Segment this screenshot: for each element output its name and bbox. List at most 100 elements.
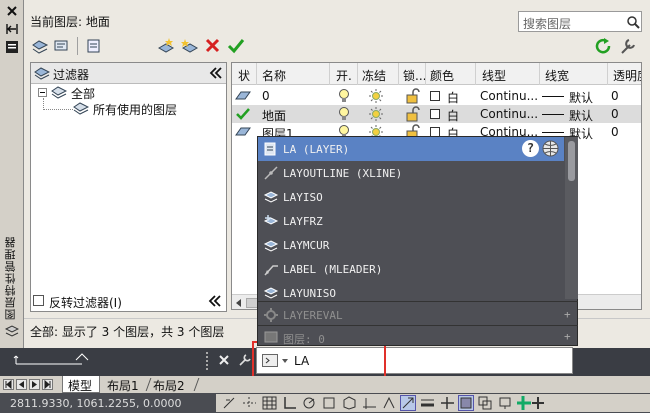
3d-osnap-icon[interactable] (342, 396, 357, 410)
invert-filter-checkbox[interactable] (33, 295, 44, 306)
col-transparency[interactable]: 透明度 (613, 67, 641, 84)
layer-transparency[interactable]: 0 (611, 107, 619, 121)
grid-header: 状 名称 开. 冻结 锁... 颜色 线型 线宽 透明度 (232, 63, 641, 85)
snap-icon[interactable] (242, 396, 257, 410)
layer-swatch-icon (263, 329, 279, 345)
layer-transparency[interactable]: 0 (611, 125, 619, 139)
collapse-chevron-icon[interactable] (209, 66, 223, 80)
autocomplete-item[interactable]: LAYFRZ (258, 209, 564, 233)
col-linetype[interactable]: 线型 (482, 67, 506, 84)
close-icon[interactable] (5, 4, 19, 18)
polar-icon[interactable] (302, 396, 317, 410)
delete-layer-icon[interactable] (203, 37, 223, 55)
sun-icon[interactable] (368, 106, 384, 122)
autocomplete-item[interactable]: LABEL (MLEADER) (258, 257, 564, 281)
col-color[interactable]: 颜色 (430, 67, 454, 84)
autocomplete-item[interactable]: LAYMCUR (258, 233, 564, 257)
layfrz-icon (263, 213, 279, 229)
xline-icon (263, 165, 279, 181)
expand-plus-icon[interactable]: + (564, 308, 571, 321)
autocomplete-item[interactable]: LAYOUTLINE (XLINE) (258, 161, 564, 185)
search-input[interactable]: 搜索图层 (518, 11, 642, 32)
table-row[interactable]: 0 白 Continu... 默认 0 (232, 87, 641, 106)
lineweight-icon[interactable] (420, 396, 435, 410)
set-current-icon[interactable] (226, 37, 246, 55)
col-lineweight[interactable]: 线宽 (545, 67, 569, 84)
tab-nav-first-icon[interactable] (3, 379, 14, 390)
tab-nav-next-icon[interactable] (29, 379, 40, 390)
tree-item-all[interactable]: 全部 (71, 85, 95, 102)
lightbulb-icon[interactable] (338, 88, 350, 104)
close-icon[interactable] (218, 354, 230, 366)
grip-handle[interactable] (206, 352, 212, 370)
ucs-axis-icon (12, 350, 92, 370)
layer-linetype[interactable]: Continu... (480, 89, 538, 103)
layer-state-manager-icon[interactable] (84, 37, 104, 55)
tab-nav-last-icon[interactable] (42, 379, 53, 390)
new-layer-vp-frozen-icon[interactable] (180, 37, 200, 55)
help-icon[interactable]: ? (522, 140, 539, 157)
refresh-icon[interactable] (594, 37, 614, 55)
layer-command-icon (263, 141, 279, 157)
popup-scroll-thumb[interactable] (568, 141, 575, 181)
scroll-left-icon[interactable] (234, 298, 244, 308)
new-group-filter-icon[interactable] (52, 37, 72, 55)
settings-wrench-icon[interactable] (618, 37, 638, 55)
search-icon[interactable] (626, 15, 640, 29)
tab-layout2[interactable]: 布局2 (149, 377, 195, 393)
tab-nav-prev-icon[interactable] (16, 379, 27, 390)
infer-constraints-icon[interactable] (222, 396, 237, 410)
unlock-icon[interactable] (405, 88, 421, 104)
ortho-icon[interactable] (282, 396, 297, 410)
selection-cycling-icon[interactable] (478, 396, 493, 410)
col-lock[interactable]: 锁... (403, 67, 426, 84)
col-status[interactable]: 状 (238, 67, 250, 84)
osnap-icon[interactable] (322, 396, 337, 410)
tab-layout1[interactable]: 布局1 (101, 377, 147, 393)
autohide-icon[interactable] (5, 22, 19, 36)
popup-scrollbar[interactable] (565, 137, 578, 299)
mleader-icon (263, 261, 279, 277)
otrack-icon[interactable] (362, 396, 377, 410)
dyn-input-icon[interactable] (400, 395, 416, 411)
transparency-icon[interactable] (458, 395, 474, 411)
tree-expand-icon[interactable] (38, 88, 47, 97)
globe-icon[interactable] (542, 140, 559, 157)
invert-filter-row: 反转过滤器(I) (30, 292, 226, 311)
col-freeze[interactable]: 冻结 (362, 67, 386, 84)
layer-lineweight[interactable]: 默认 (569, 107, 593, 124)
workspace-plus-icon[interactable] (530, 395, 546, 411)
ducs-icon[interactable] (382, 396, 397, 410)
crosshair-icon[interactable] (440, 396, 455, 410)
customize-wrench-icon[interactable] (238, 353, 252, 367)
layer-lineweight[interactable]: 默认 (569, 89, 593, 106)
coordinates-readout[interactable]: 2811.9330, 1061.2255, 0.0000 (10, 397, 181, 410)
color-swatch[interactable] (430, 91, 440, 101)
layer-transparency[interactable]: 0 (611, 89, 619, 103)
autocomplete-popup: LA (LAYER) ? LAYOUTLINE (XLINE) LAYISO L… (257, 136, 578, 346)
layer-linetype[interactable]: Continu... (480, 107, 538, 121)
new-layer-icon[interactable] (156, 37, 176, 55)
sun-icon[interactable] (368, 88, 384, 104)
col-name[interactable]: 名称 (262, 67, 286, 84)
expand-plus-icon[interactable]: + (564, 330, 571, 343)
annotation-monitor-icon[interactable] (498, 396, 513, 410)
autocomplete-section-row[interactable]: LAYEREVAL + (258, 303, 578, 327)
tab-model[interactable]: 模型 (62, 376, 100, 393)
autocomplete-item[interactable]: LAYISO (258, 185, 564, 209)
col-on[interactable]: 开. (336, 67, 352, 84)
autocomplete-section-row[interactable]: 图层: 0 + (258, 325, 578, 349)
grid-icon[interactable] (262, 396, 277, 410)
color-swatch[interactable] (430, 109, 440, 119)
tree-item-used-layers[interactable]: 所有使用的图层 (93, 101, 177, 118)
new-filter-icon[interactable] (30, 37, 50, 55)
status-text: 全部: 显示了 3 个图层，共 3 个图层 (30, 325, 225, 339)
collapse-chevron-icon[interactable] (208, 294, 222, 308)
table-row[interactable]: 地面 白 Continu... 默认 0 (232, 105, 641, 124)
lightbulb-icon[interactable] (338, 106, 350, 122)
filter-tree-header: 过滤器 (31, 63, 226, 84)
unlock-icon[interactable] (405, 106, 421, 122)
properties-icon[interactable] (5, 40, 19, 54)
palette-title: 图层特性管理器 (4, 236, 17, 320)
autocomplete-item[interactable]: LA (LAYER) ? (258, 137, 564, 161)
